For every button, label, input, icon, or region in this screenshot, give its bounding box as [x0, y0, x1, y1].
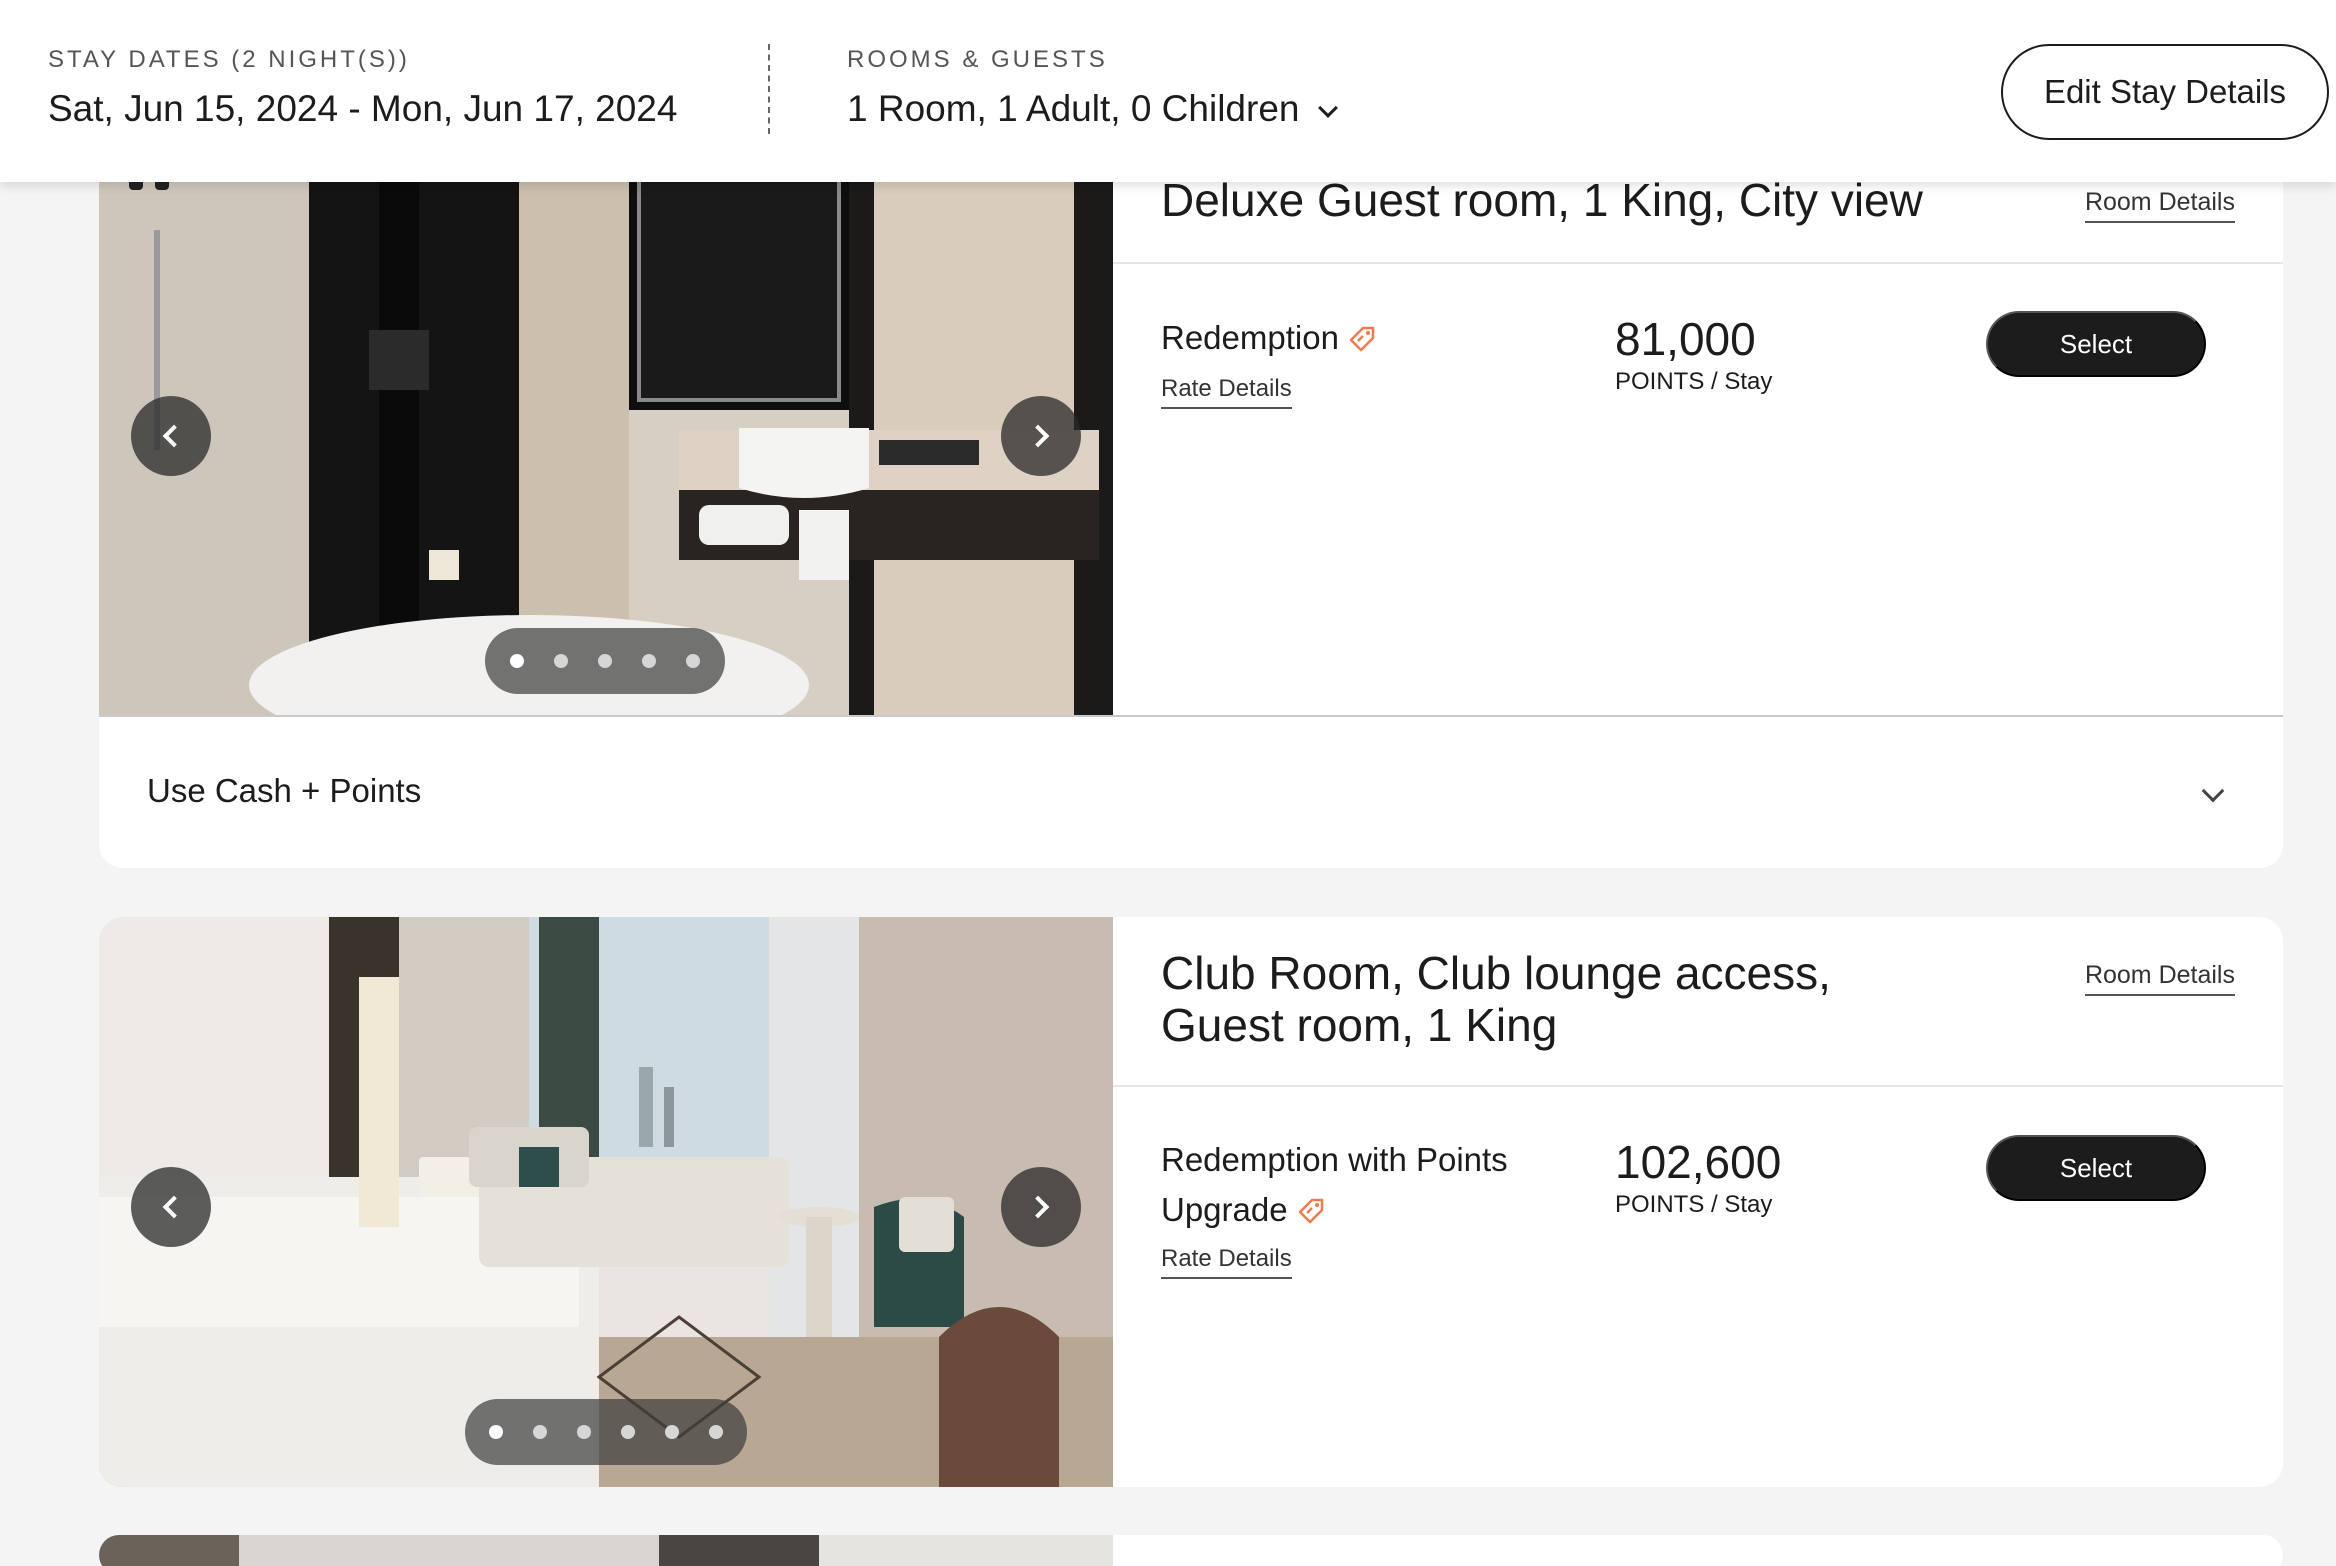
room-card: [99, 1535, 2283, 1566]
room-photo-bathroom: [99, 110, 1113, 715]
rate-name-text: Redemption: [1161, 319, 1339, 356]
photo-next-button[interactable]: [1001, 396, 1081, 476]
photo-dot[interactable]: [533, 1425, 547, 1439]
photo-dot[interactable]: [510, 654, 524, 668]
photo-pagination-dots: [485, 628, 725, 694]
photo-dot[interactable]: [709, 1425, 723, 1439]
points-unit: POINTS / Stay: [1615, 368, 1773, 395]
room-details-link[interactable]: Room Details: [2084, 188, 2235, 223]
chevron-left-icon: [162, 1195, 186, 1219]
stay-summary-header: STAY DATES (2 NIGHT(S)) Sat, Jun 15, 202…: [0, 0, 2336, 182]
photo-next-button[interactable]: [1001, 1167, 1081, 1247]
photo-dot[interactable]: [665, 1425, 679, 1439]
tag-icon: [1349, 327, 1375, 352]
title-divider: [1113, 262, 2283, 264]
rate-name-line: Upgrade: [1161, 1185, 1508, 1235]
page-background: [0, 0, 50, 1566]
rate-name: Redemption with Points Upgrade: [1161, 1135, 1508, 1235]
select-rate-button[interactable]: Select: [1986, 1135, 2206, 1201]
room-photo-carousel[interactable]: [99, 917, 1113, 1487]
photo-dot[interactable]: [621, 1425, 635, 1439]
photo-prev-button[interactable]: [131, 396, 211, 476]
points-unit: POINTS / Stay: [1615, 1191, 1773, 1218]
cash-points-label: Use Cash + Points: [147, 772, 422, 809]
photo-pagination-dots: [465, 1399, 747, 1465]
room-photo-carousel[interactable]: [99, 110, 1113, 715]
room-card: Deluxe Guest room, 1 King, City view Roo…: [99, 110, 2283, 868]
tag-icon: [1298, 1199, 1323, 1224]
chevron-down-icon: [2201, 779, 2225, 803]
cash-points-toggle[interactable]: Use Cash + Points: [99, 715, 2283, 868]
chevron-right-icon: [1026, 1195, 1050, 1219]
rooms-guests-value: 1 Room, 1 Adult, 0 Children: [847, 88, 1300, 129]
room-title-line: Guest room, 1 King: [1161, 999, 1558, 1051]
chevron-left-icon: [162, 424, 186, 448]
rate-name-text: Upgrade: [1161, 1191, 1288, 1228]
room-details-link[interactable]: Room Details: [2084, 961, 2235, 996]
rate-details-link[interactable]: Rate Details: [1161, 1245, 1292, 1279]
chevron-down-icon: [1318, 98, 1339, 118]
photo-prev-button[interactable]: [131, 1167, 211, 1247]
points-value: 102,600: [1615, 1136, 1782, 1188]
room-photo-carousel[interactable]: [99, 1535, 1113, 1566]
stay-dates-value: Sat, Jun 15, 2024 - Mon, Jun 17, 2024: [48, 88, 678, 129]
rate-details-link[interactable]: Rate Details: [1161, 375, 1292, 409]
stay-dates-label: STAY DATES (2 NIGHT(S)): [48, 46, 410, 73]
room-title: Club Room, Club lounge access, Guest roo…: [1161, 947, 1831, 1051]
chevron-right-icon: [1026, 424, 1050, 448]
photo-dot[interactable]: [489, 1425, 503, 1439]
header-divider: [768, 44, 770, 134]
photo-dot[interactable]: [642, 654, 656, 668]
rooms-guests-dropdown[interactable]: 1 Room, 1 Adult, 0 Children: [847, 88, 1339, 130]
edit-stay-details-button[interactable]: Edit Stay Details: [2001, 44, 2329, 140]
photo-dot[interactable]: [554, 654, 568, 668]
room-card: Club Room, Club lounge access, Guest roo…: [99, 917, 2283, 1487]
photo-dot[interactable]: [686, 654, 700, 668]
rooms-guests-section[interactable]: ROOMS & GUESTS 1 Room, 1 Adult, 0 Childr…: [847, 46, 1339, 130]
room-title-line: Club Room, Club lounge access,: [1161, 947, 1831, 999]
select-rate-button[interactable]: Select: [1986, 311, 2206, 377]
title-divider: [1113, 1085, 2283, 1087]
photo-dot[interactable]: [577, 1425, 591, 1439]
points-value: 81,000: [1615, 313, 1756, 365]
rate-name-line: Redemption with Points: [1161, 1141, 1508, 1178]
rooms-guests-label: ROOMS & GUESTS: [847, 46, 1108, 73]
photo-dot[interactable]: [598, 654, 612, 668]
stay-dates-section[interactable]: STAY DATES (2 NIGHT(S)) Sat, Jun 15, 202…: [48, 46, 677, 130]
rate-name: Redemption: [1161, 313, 1377, 363]
